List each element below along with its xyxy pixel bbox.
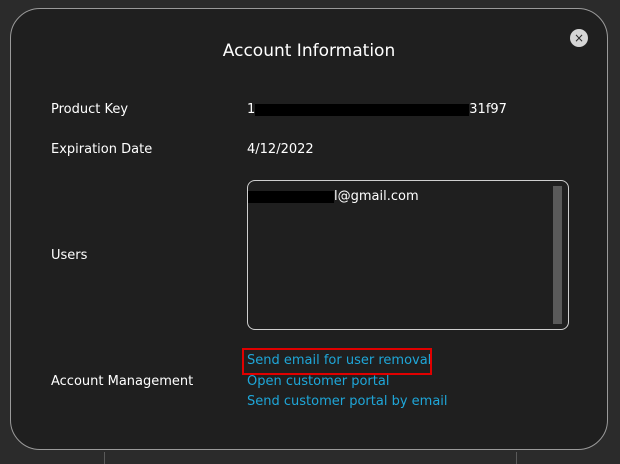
send-customer-portal-email-link[interactable]: Send customer portal by email — [247, 394, 448, 409]
redaction-bar — [248, 190, 334, 203]
backdrop-divider — [104, 452, 105, 464]
backdrop-divider — [516, 452, 517, 464]
close-icon[interactable]: × — [570, 29, 588, 47]
product-key-label: Product Key — [51, 102, 129, 117]
account-information-dialog: Account Information × Product Key 1 31f97… — [10, 8, 608, 450]
dialog-title: Account Information — [222, 41, 396, 61]
product-key-value: 1 31f97 — [247, 102, 507, 117]
product-key-prefix: 1 — [247, 102, 256, 117]
highlight-box — [242, 348, 432, 375]
users-label: Users — [51, 248, 88, 263]
product-key-suffix: 31f97 — [469, 102, 507, 117]
user-email-text: l@gmail.com — [334, 189, 419, 204]
users-list[interactable]: l@gmail.com — [247, 180, 569, 330]
open-customer-portal-link[interactable]: Open customer portal — [247, 374, 389, 389]
expiration-date-value: 4/12/2022 — [247, 142, 314, 157]
scrollbar[interactable] — [553, 186, 562, 324]
user-email[interactable]: l@gmail.com — [248, 189, 419, 204]
redaction-bar — [255, 103, 470, 116]
account-management-label: Account Management — [51, 374, 194, 389]
expiration-date-label: Expiration Date — [51, 142, 153, 157]
